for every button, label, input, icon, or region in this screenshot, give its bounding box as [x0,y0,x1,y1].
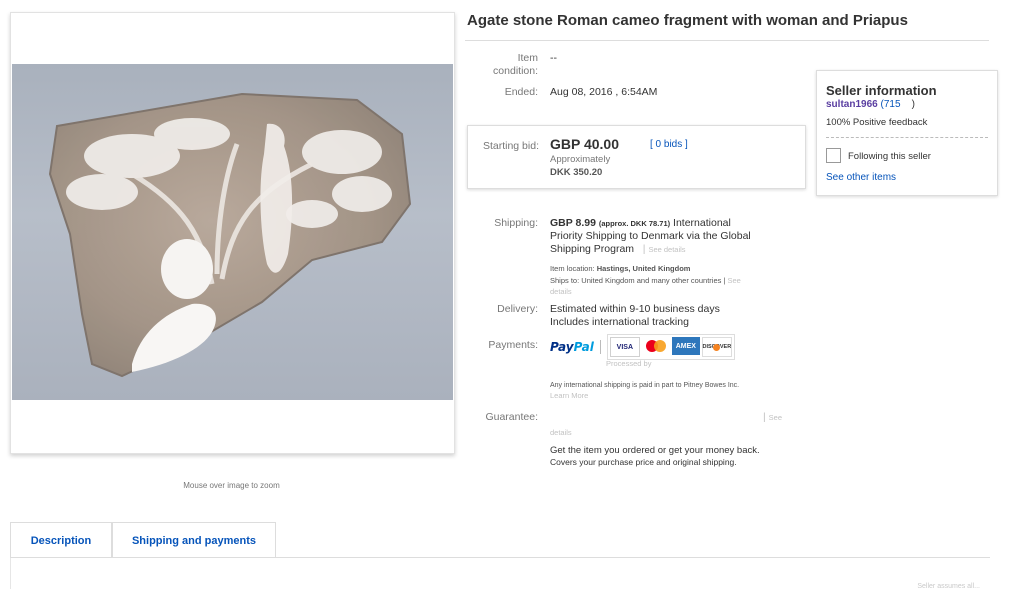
ships-to-value: United Kingdom and many other countries … [581,276,726,285]
shipping-price: GBP 8.99 [550,217,596,229]
see-other-items-link[interactable]: See other items [826,172,896,183]
paypal-logo: PayPal [550,340,594,354]
ships-to-label: Ships to: [550,276,580,285]
guarantee-details-link[interactable]: details [550,428,572,437]
tabs-divider [10,557,990,558]
visa-icon: VISA [609,337,640,357]
shipping-label: Shipping: [494,217,538,229]
guarantee-label: Guarantee: [485,411,538,423]
item-image-panel[interactable] [10,12,455,454]
item-photo[interactable] [12,64,453,400]
bid-box: Starting bid: GBP 40.00 [ 0 bids ] Appro… [467,125,806,189]
approx-value: DKK 350.20 [550,167,603,178]
item-location-value: Hastings, United Kingdom [596,264,691,273]
ships-to-see-link[interactable]: See [728,276,741,285]
paypal-logo-pal: Pal [573,340,594,354]
ships-to-details-link[interactable]: details [550,287,572,296]
amex-icon: AMEX [671,337,700,355]
learn-more-link[interactable]: Learn More [550,391,588,400]
ended-label: Ended: [504,86,538,98]
starting-bid-price: GBP 40.00 [550,136,620,152]
payment-methods: PayPal VISA AMEX DISCOVER [550,334,735,360]
shipping-approx: (approx. DKK 78.71) [598,219,671,228]
bid-count-link[interactable]: [ 0 bids ] [650,139,688,150]
discover-icon: DISCOVER [701,337,732,357]
shipping-line3: Shipping Program [550,243,635,255]
approx-label: Approximately [550,154,611,165]
tab-shipping-and-payments[interactable]: Shipping and payments [112,522,276,558]
shipping-see-details-link[interactable]: See details [648,245,685,254]
guarantee-line2: Covers your purchase price and original … [550,457,737,467]
follow-seller-checkbox[interactable] [826,148,841,163]
shipping-details: GBP 8.99 (approx. DKK 78.71) Internation… [550,217,751,255]
guarantee-see-link[interactable]: See [769,413,782,422]
cameo-image [48,92,412,378]
seller-info-box: Seller information sultan1966 (715 ) 100… [816,70,998,196]
seller-positive-feedback: 100% Positive feedback [826,117,928,128]
seller-feedback-score[interactable]: (715 [880,99,900,110]
starting-bid-label: Starting bid: [482,140,539,152]
shipping-line1: International [673,217,731,229]
shipping-line2: Priority Shipping to Denmark via the Glo… [550,230,751,242]
follow-seller-label[interactable]: Following this seller [848,151,931,162]
zoom-hint: Mouse over image to zoom [183,481,280,490]
seller-name-line: sultan1966 (715 ) [826,99,915,110]
condition-label: Item condition: [493,52,538,77]
delivery-label: Delivery: [497,303,538,315]
item-location-label: Item location: [550,264,595,273]
seller-score-close: ) [911,99,915,110]
ships-to-details-link-row: details [550,285,572,298]
delivery-line1: Estimated within 9-10 business days [550,303,720,315]
seller-username[interactable]: sultan1966 [826,99,878,110]
payments-label: Payments: [488,339,538,351]
paypal-logo-pay: Pay [550,340,574,354]
guarantee-see-row: | See [763,411,783,423]
item-title: Agate stone Roman cameo fragment with wo… [467,12,908,29]
delivery-line2: Includes international tracking [550,316,689,328]
seller-divider [826,137,988,138]
processed-by-label: Processed by [606,359,652,368]
condition-value: -- [550,52,557,64]
tab-description[interactable]: Description [10,522,112,558]
ended-value: Aug 08, 2016 , 6:54AM [550,86,658,98]
mastercard-icon [641,337,670,355]
ships-to: Ships to: United Kingdom and many other … [550,274,741,287]
content-left-edge [10,558,11,589]
title-divider [465,40,989,41]
seller-info-title: Seller information [826,83,937,98]
